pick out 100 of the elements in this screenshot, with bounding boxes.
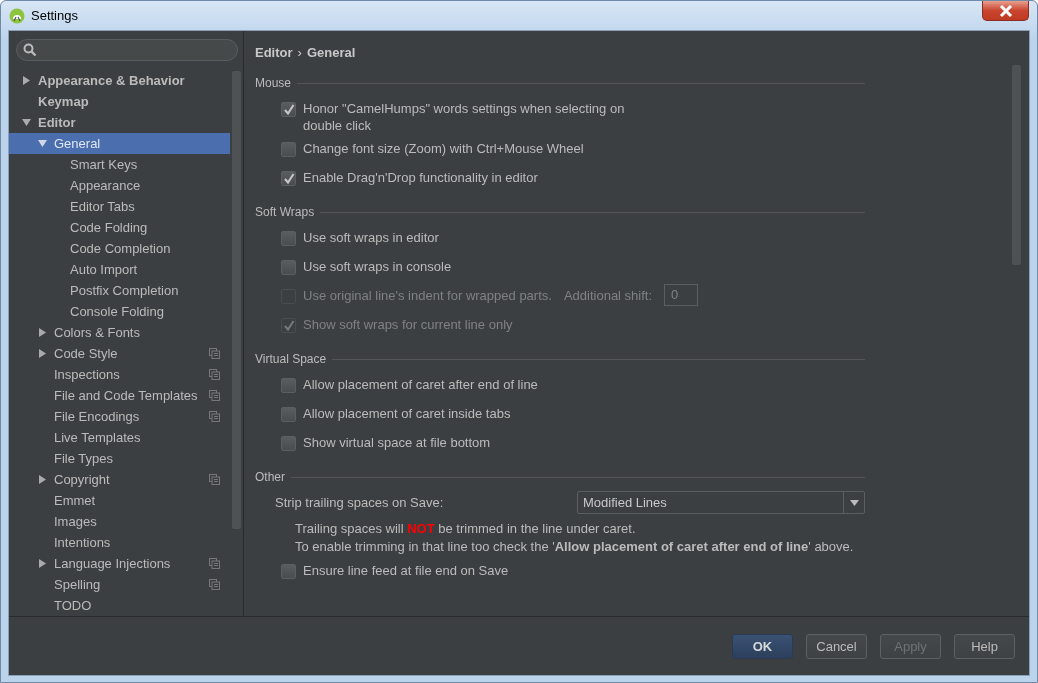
tree-item-label: File and Code Templates xyxy=(54,388,198,403)
close-icon xyxy=(998,4,1013,17)
tree-item-label: Code Folding xyxy=(70,220,148,235)
android-icon xyxy=(9,7,25,24)
tree-item[interactable]: Auto Import xyxy=(9,259,230,280)
collapsed-arrow-icon[interactable] xyxy=(38,475,47,484)
tree-item-label: Editor Tabs xyxy=(70,199,135,214)
expanded-arrow-icon[interactable] xyxy=(38,139,47,148)
tree-item[interactable]: Postfix Completion xyxy=(9,280,230,301)
tree-item-label: Auto Import xyxy=(70,262,138,277)
tree-item-label: Code Completion xyxy=(70,241,171,256)
tree-item[interactable]: Appearance & Behavior xyxy=(9,70,230,91)
checkbox-label: Show soft wraps for current line only xyxy=(303,316,513,333)
section-title: Mouse xyxy=(255,76,292,90)
search-icon xyxy=(23,43,37,57)
tree-item[interactable]: TODO xyxy=(9,595,230,616)
tree-item[interactable]: Colors & Fonts xyxy=(9,322,230,343)
tree-item[interactable]: Spelling xyxy=(9,574,230,595)
tree-item-label: Appearance xyxy=(70,178,141,193)
collapsed-arrow-icon[interactable] xyxy=(38,559,47,568)
dialog-button[interactable]: OK xyxy=(732,633,793,659)
checkbox-label: Use soft wraps in console xyxy=(303,258,452,275)
tree-item[interactable]: Editor Tabs xyxy=(9,196,230,217)
tree-item[interactable]: Code Folding xyxy=(9,217,230,238)
checkbox[interactable] xyxy=(281,231,296,246)
checkbox[interactable] xyxy=(281,102,296,117)
tree-item-label: Live Templates xyxy=(54,430,141,445)
tree-item-label: Console Folding xyxy=(70,304,164,319)
checkbox[interactable] xyxy=(281,260,296,275)
tree-item[interactable]: Appearance xyxy=(9,175,230,196)
checkbox-label: Ensure line feed at file end on Save xyxy=(303,562,509,579)
tree-item-label: Spelling xyxy=(54,577,101,592)
section-title: Other xyxy=(255,470,285,484)
tree-item-label: Emmet xyxy=(54,493,96,508)
tree-item[interactable]: File and Code Templates xyxy=(9,385,230,406)
tree-item-label: Smart Keys xyxy=(70,157,138,172)
tree-item[interactable]: Copyright xyxy=(9,469,230,490)
tree-item[interactable]: Smart Keys xyxy=(9,154,230,175)
tree-item[interactable]: Live Templates xyxy=(9,427,230,448)
tree-item[interactable]: Intentions xyxy=(9,532,230,553)
checkbox[interactable] xyxy=(281,142,296,157)
tree-item[interactable]: General xyxy=(9,133,230,154)
tree-item-label: Keymap xyxy=(38,94,89,109)
hint-text: Trailing spaces will NOT be trimmed in the line under caret. xyxy=(295,520,637,538)
checkbox-label: Allow placement of caret after end of line xyxy=(303,376,538,393)
section-title: Soft Wraps xyxy=(255,205,315,219)
tree-item-label: TODO xyxy=(54,598,92,613)
checkbox-label: Change font size (Zoom) with Ctrl+Mouse Wheel xyxy=(303,140,584,157)
tree-item-label: Inspections xyxy=(54,367,120,382)
tree-item-label: Code Style xyxy=(54,346,118,361)
checkbox[interactable] xyxy=(281,407,296,422)
tree-item-label: Intentions xyxy=(54,535,111,550)
tree-item-label: Editor xyxy=(38,115,76,130)
checkbox-label: Honor "CamelHumps" words settings when selecting on double click xyxy=(303,100,626,134)
close-button[interactable] xyxy=(982,1,1029,21)
collapsed-arrow-icon[interactable] xyxy=(38,349,47,358)
tree-item[interactable]: Code Style xyxy=(9,343,230,364)
tree-item[interactable]: File Types xyxy=(9,448,230,469)
collapsed-arrow-icon[interactable] xyxy=(38,328,47,337)
tree-item-label: Colors & Fonts xyxy=(54,325,140,340)
tree-item[interactable]: Emmet xyxy=(9,490,230,511)
tree-item-label: Images xyxy=(54,514,97,529)
checkbox-label: Enable Drag'n'Drop functionality in editor xyxy=(303,169,538,186)
tree-item-label: Language Injections xyxy=(54,556,171,571)
tree-item-label: Copyright xyxy=(54,472,110,487)
expanded-arrow-icon[interactable] xyxy=(22,118,31,127)
collapsed-arrow-icon[interactable] xyxy=(22,76,31,85)
checkbox-label: Show virtual space at file bottom xyxy=(303,434,491,451)
breadcrumb-separator: › xyxy=(297,44,302,60)
window-title: Settings xyxy=(31,8,78,23)
tree-item-label: Appearance & Behavior xyxy=(38,73,185,88)
tree-item-label: File Encodings xyxy=(54,409,140,424)
tree-item-label: Postfix Completion xyxy=(70,283,179,298)
tree-item[interactable]: Editor xyxy=(9,112,230,133)
tree-item[interactable]: Language Injections xyxy=(9,553,230,574)
section-title: Virtual Space xyxy=(255,352,327,366)
tree-item-label: General xyxy=(54,136,101,151)
tree-item[interactable]: File Encodings xyxy=(9,406,230,427)
checkbox[interactable] xyxy=(281,171,296,186)
tree-item-label: File Types xyxy=(54,451,113,466)
hint-text: To enable trimming in that line too check the 'Allow placement of caret after end of line' above. xyxy=(295,538,855,556)
dropdown-arrow-icon xyxy=(849,499,859,506)
tree-item[interactable]: Console Folding xyxy=(9,301,230,322)
checkbox[interactable] xyxy=(281,564,296,579)
dialog-button[interactable]: Help xyxy=(954,633,1015,659)
checkbox[interactable] xyxy=(281,378,296,393)
checkbox-label: Allow placement of caret inside tabs xyxy=(303,405,511,422)
dropdown-label: Strip trailing spaces on Save: xyxy=(275,495,444,510)
tree-item[interactable]: Keymap xyxy=(9,91,230,112)
breadcrumb-item: Editor xyxy=(255,44,293,60)
tree-item[interactable]: Inspections xyxy=(9,364,230,385)
checkbox[interactable] xyxy=(281,436,296,451)
dialog-button[interactable]: Cancel xyxy=(806,633,867,659)
breadcrumb-item: General xyxy=(306,44,356,60)
search-field[interactable] xyxy=(16,39,238,61)
tree-item[interactable]: Code Completion xyxy=(9,238,230,259)
checkbox-label: Use soft wraps in editor xyxy=(303,229,439,246)
checkbox-label: Use original line's indent for wrapped parts. xyxy=(303,287,552,304)
tree-item[interactable]: Images xyxy=(9,511,230,532)
dropdown[interactable]: Modified Lines xyxy=(577,491,865,514)
